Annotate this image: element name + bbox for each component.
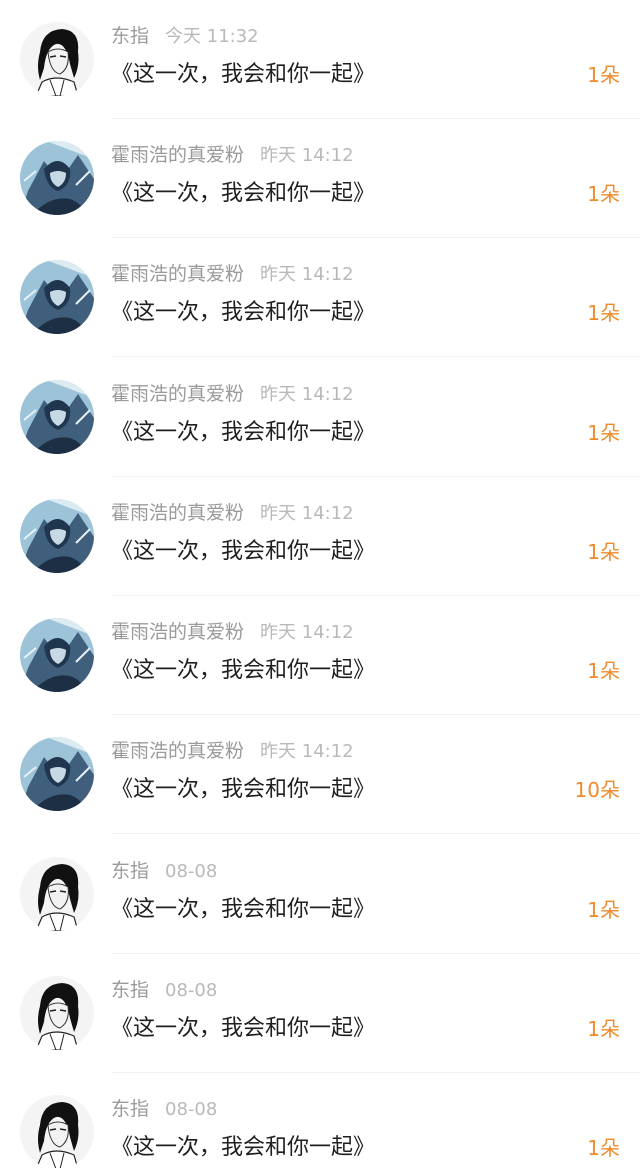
item-meta: 东指 08-08 <box>111 857 217 885</box>
list-item[interactable]: 东指 08-08 《这一次，我会和你一起》 1朵 <box>0 954 640 1073</box>
blue-anime-avatar-image <box>20 260 94 334</box>
list-item[interactable]: 东指 今天 11:32 《这一次，我会和你一起》 1朵 <box>0 0 640 119</box>
list-item[interactable]: 东指 08-08 《这一次，我会和你一起》 1朵 <box>0 1073 640 1168</box>
ink-boy-avatar-image <box>20 22 94 96</box>
work-title[interactable]: 《这一次，我会和你一起》 <box>111 535 375 569</box>
work-title[interactable]: 《这一次，我会和你一起》 <box>111 416 375 450</box>
blue-anime-avatar-image <box>20 618 94 692</box>
flower-count: 1朵 <box>587 540 620 564</box>
ink-boy-avatar[interactable] <box>20 1095 94 1168</box>
item-meta: 东指 今天 11:32 <box>111 22 259 50</box>
blue-anime-avatar-image <box>20 737 94 811</box>
list-item[interactable]: 霍雨浩的真爱粉 昨天 14:12 《这一次，我会和你一起》 1朵 <box>0 119 640 238</box>
blue-anime-avatar-image <box>20 380 94 454</box>
timestamp: 昨天 14:12 <box>260 264 354 285</box>
flower-count: 1朵 <box>587 898 620 922</box>
ink-boy-avatar-image <box>20 1095 94 1168</box>
item-meta: 霍雨浩的真爱粉 昨天 14:12 <box>111 499 354 527</box>
item-meta: 霍雨浩的真爱粉 昨天 14:12 <box>111 380 354 408</box>
user-name[interactable]: 霍雨浩的真爱粉 <box>111 383 244 405</box>
divider <box>111 356 640 357</box>
list-item[interactable]: 霍雨浩的真爱粉 昨天 14:12 《这一次，我会和你一起》 1朵 <box>0 238 640 357</box>
item-meta: 霍雨浩的真爱粉 昨天 14:12 <box>111 618 354 646</box>
item-meta: 霍雨浩的真爱粉 昨天 14:12 <box>111 141 354 169</box>
flower-count: 10朵 <box>574 778 620 802</box>
user-name[interactable]: 东指 <box>111 860 149 882</box>
timestamp: 08-08 <box>165 980 218 1001</box>
flower-count: 1朵 <box>587 1136 620 1160</box>
blue-anime-avatar-image <box>20 141 94 215</box>
timestamp: 昨天 14:12 <box>260 622 354 643</box>
blue-anime-avatar[interactable] <box>20 499 94 573</box>
timestamp: 昨天 14:12 <box>260 384 354 405</box>
user-name[interactable]: 东指 <box>111 25 149 47</box>
item-meta: 霍雨浩的真爱粉 昨天 14:12 <box>111 260 354 288</box>
list-item[interactable]: 霍雨浩的真爱粉 昨天 14:12 《这一次，我会和你一起》 10朵 <box>0 715 640 834</box>
work-title[interactable]: 《这一次，我会和你一起》 <box>111 893 375 927</box>
timestamp: 08-08 <box>165 1099 218 1120</box>
list-item[interactable]: 霍雨浩的真爱粉 昨天 14:12 《这一次，我会和你一起》 1朵 <box>0 596 640 715</box>
blue-anime-avatar-image <box>20 499 94 573</box>
work-title[interactable]: 《这一次，我会和你一起》 <box>111 1131 375 1165</box>
flower-count: 1朵 <box>587 301 620 325</box>
item-meta: 东指 08-08 <box>111 1095 217 1123</box>
list-item[interactable]: 霍雨浩的真爱粉 昨天 14:12 《这一次，我会和你一起》 1朵 <box>0 358 640 477</box>
blue-anime-avatar[interactable] <box>20 260 94 334</box>
work-title[interactable]: 《这一次，我会和你一起》 <box>111 296 375 330</box>
ink-boy-avatar-image <box>20 976 94 1050</box>
user-name[interactable]: 霍雨浩的真爱粉 <box>111 621 244 643</box>
work-title[interactable]: 《这一次，我会和你一起》 <box>111 654 375 688</box>
user-name[interactable]: 东指 <box>111 1098 149 1120</box>
work-title[interactable]: 《这一次，我会和你一起》 <box>111 773 375 807</box>
flower-count: 1朵 <box>587 659 620 683</box>
list-item[interactable]: 霍雨浩的真爱粉 昨天 14:12 《这一次，我会和你一起》 1朵 <box>0 477 640 596</box>
ink-boy-avatar[interactable] <box>20 976 94 1050</box>
timestamp: 昨天 14:12 <box>260 503 354 524</box>
user-name[interactable]: 霍雨浩的真爱粉 <box>111 263 244 285</box>
work-title[interactable]: 《这一次，我会和你一起》 <box>111 58 375 92</box>
timestamp: 昨天 14:12 <box>260 145 354 166</box>
item-meta: 东指 08-08 <box>111 976 217 1004</box>
list-item[interactable]: 东指 08-08 《这一次，我会和你一起》 1朵 <box>0 835 640 954</box>
blue-anime-avatar[interactable] <box>20 380 94 454</box>
flower-count: 1朵 <box>587 1017 620 1041</box>
user-name[interactable]: 霍雨浩的真爱粉 <box>111 144 244 166</box>
ink-boy-avatar-image <box>20 857 94 931</box>
timestamp: 08-08 <box>165 861 218 882</box>
gift-record-list: 东指 今天 11:32 《这一次，我会和你一起》 1朵 霍雨浩的真爱粉 昨天 14:… <box>0 0 640 1168</box>
work-title[interactable]: 《这一次，我会和你一起》 <box>111 177 375 211</box>
work-title[interactable]: 《这一次，我会和你一起》 <box>111 1012 375 1046</box>
ink-boy-avatar[interactable] <box>20 857 94 931</box>
user-name[interactable]: 霍雨浩的真爱粉 <box>111 502 244 524</box>
timestamp: 昨天 14:12 <box>260 741 354 762</box>
user-name[interactable]: 东指 <box>111 979 149 1001</box>
ink-boy-avatar[interactable] <box>20 22 94 96</box>
blue-anime-avatar[interactable] <box>20 141 94 215</box>
blue-anime-avatar[interactable] <box>20 618 94 692</box>
item-meta: 霍雨浩的真爱粉 昨天 14:12 <box>111 737 354 765</box>
divider <box>111 833 640 834</box>
flower-count: 1朵 <box>587 421 620 445</box>
blue-anime-avatar[interactable] <box>20 737 94 811</box>
flower-count: 1朵 <box>587 63 620 87</box>
timestamp: 今天 11:32 <box>165 26 259 47</box>
user-name[interactable]: 霍雨浩的真爱粉 <box>111 740 244 762</box>
flower-count: 1朵 <box>587 182 620 206</box>
